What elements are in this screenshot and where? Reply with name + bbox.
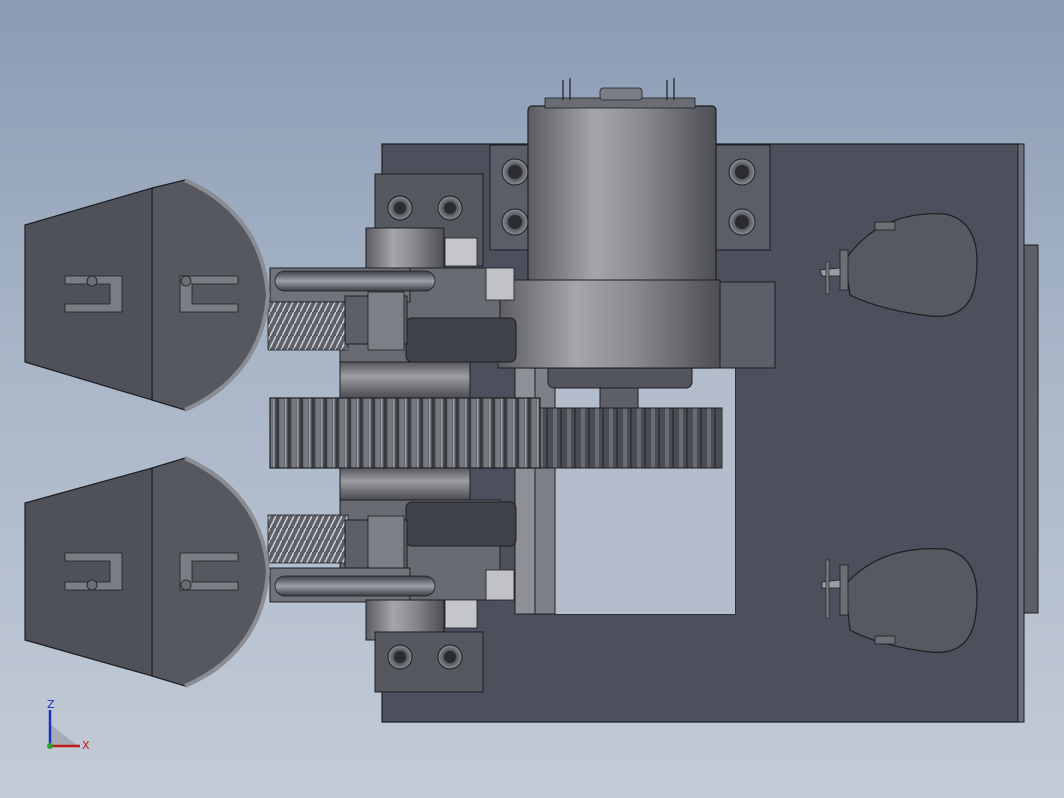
origin [47, 743, 53, 749]
top-bearing-block[interactable] [365, 173, 484, 269]
motor-bracket-left[interactable] [489, 144, 531, 251]
gripper-top[interactable] [24, 178, 271, 412]
driven-gear[interactable] [539, 407, 723, 469]
cad-3d-viewport[interactable]: Z X [0, 0, 1064, 798]
x-axis-label: X [82, 739, 90, 752]
gripper-bottom[interactable] [24, 456, 271, 688]
z-axis-label: Z [47, 698, 55, 711]
plate-window [555, 365, 735, 614]
pinion-gear[interactable] [269, 397, 541, 469]
bottom-bearing-block[interactable] [365, 599, 484, 693]
assembly-model[interactable] [0, 0, 1064, 798]
motor-bracket-right[interactable] [714, 144, 771, 251]
coordinate-triad: Z X [40, 696, 100, 756]
